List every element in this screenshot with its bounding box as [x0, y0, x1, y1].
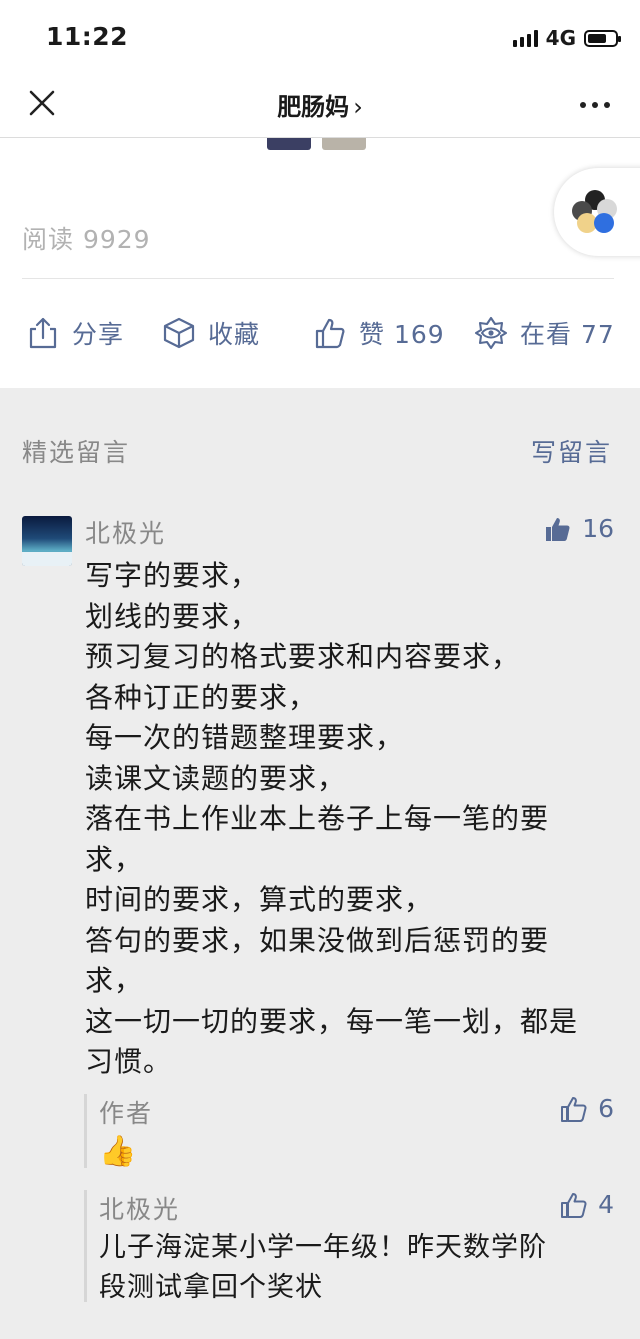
comment-line: 预习复习的格式要求和内容要求， — [85, 640, 521, 673]
reply-author: 北极光 — [99, 1195, 181, 1224]
reply-author: 作者 — [99, 1099, 154, 1128]
wow-icon — [474, 316, 508, 350]
author-reply: 作者 6 👍 — [84, 1094, 614, 1169]
thumb-up-icon — [561, 1192, 587, 1218]
comment-line: 写字的要求， — [85, 559, 260, 592]
account-name-link[interactable]: 肥肠妈 › — [0, 87, 640, 122]
reply-line: 段测试拿回个奖状 — [99, 1272, 323, 1303]
commenter-reply: 北极光 4 儿子海淀某小学一年级！昨天数学阶 段测试拿回个奖状 — [84, 1190, 614, 1303]
share-button[interactable]: 分享 — [26, 310, 124, 356]
floating-window-button[interactable] — [554, 168, 640, 256]
reply-text: 儿子海淀某小学一年级！昨天数学阶 段测试拿回个奖状 — [99, 1228, 547, 1308]
account-name: 肥肠妈 — [277, 93, 350, 121]
more-icon[interactable] — [580, 102, 610, 108]
network-label: 4G — [545, 26, 576, 50]
article-footer: 阅读 9929 分享 收藏 赞 169 在看 77 — [0, 138, 640, 388]
featured-comments-title: 精选留言 — [22, 438, 131, 467]
image-fragment — [267, 138, 311, 150]
thumbs-up-emoji: 👍 — [99, 1134, 138, 1169]
write-comment-button[interactable]: 写留言 — [531, 433, 612, 469]
share-label: 分享 — [72, 320, 125, 349]
wow-button[interactable]: 在看 77 — [474, 310, 615, 356]
thumb-up-icon — [561, 1096, 587, 1122]
comment-line: 习惯。 — [85, 1045, 173, 1078]
comment-line: 时间的要求，算式的要求， — [85, 883, 434, 916]
comment-line: 划线的要求， — [85, 599, 260, 633]
reply-line: 儿子海淀某小学一年级！昨天数学阶 — [99, 1232, 547, 1263]
nav-bar: 肥肠妈 › — [0, 70, 640, 138]
favorite-label: 收藏 — [208, 320, 261, 349]
chevron-right-icon: › — [353, 93, 363, 121]
comment-text: 写字的要求， 划线的要求， 预习复习的格式要求和内容要求， 各种订正的要求， 每… — [85, 556, 615, 1083]
comment-line: 求， — [85, 842, 144, 876]
floating-window-icon — [572, 190, 617, 233]
comment-line: 答句的要求，如果没做到后惩罚的要 — [85, 923, 550, 957]
favorite-icon — [163, 317, 195, 349]
reply-like-button[interactable]: 4 — [560, 1190, 614, 1219]
divider — [22, 278, 614, 279]
signal-icon — [512, 29, 538, 47]
thumb-up-filled-icon — [546, 517, 570, 541]
status-indicators: 4G — [512, 26, 621, 50]
comment-line: 求， — [85, 964, 144, 997]
wow-label: 在看 77 — [520, 320, 615, 349]
comment-line: 落在书上作业本上卷子上每一笔的要 — [85, 802, 550, 835]
article-actions: 分享 收藏 赞 169 在看 77 — [0, 310, 640, 356]
thumb-up-icon — [315, 318, 345, 349]
status-time: 11:22 — [46, 22, 129, 51]
comment-line: 读课文读题的要求， — [85, 761, 347, 795]
comment-line: 各种订正的要求， — [85, 680, 318, 714]
avatar[interactable] — [22, 516, 72, 566]
battery-icon — [584, 29, 621, 47]
comment-like-count: 16 — [582, 514, 614, 543]
reply-like-count: 4 — [598, 1190, 614, 1219]
reply-like-button[interactable]: 6 — [560, 1094, 614, 1123]
comment-like-button[interactable]: 16 — [544, 514, 614, 543]
reply-like-count: 6 — [598, 1094, 614, 1123]
image-fragment — [322, 138, 366, 150]
status-bar: 11:22 4G — [0, 0, 640, 70]
like-button[interactable]: 赞 169 — [313, 310, 445, 356]
comments-header: 精选留言 写留言 — [22, 433, 612, 467]
read-count: 阅读 9929 — [22, 225, 151, 254]
comment-line: 这一切一切的要求，每一笔一划，都是 — [85, 1004, 579, 1038]
like-label: 赞 169 — [359, 320, 445, 349]
share-icon — [29, 317, 57, 349]
comment-line: 每一次的错题整理要求， — [85, 721, 405, 754]
comment-author: 北极光 — [85, 519, 167, 548]
favorite-button[interactable]: 收藏 — [162, 310, 260, 356]
